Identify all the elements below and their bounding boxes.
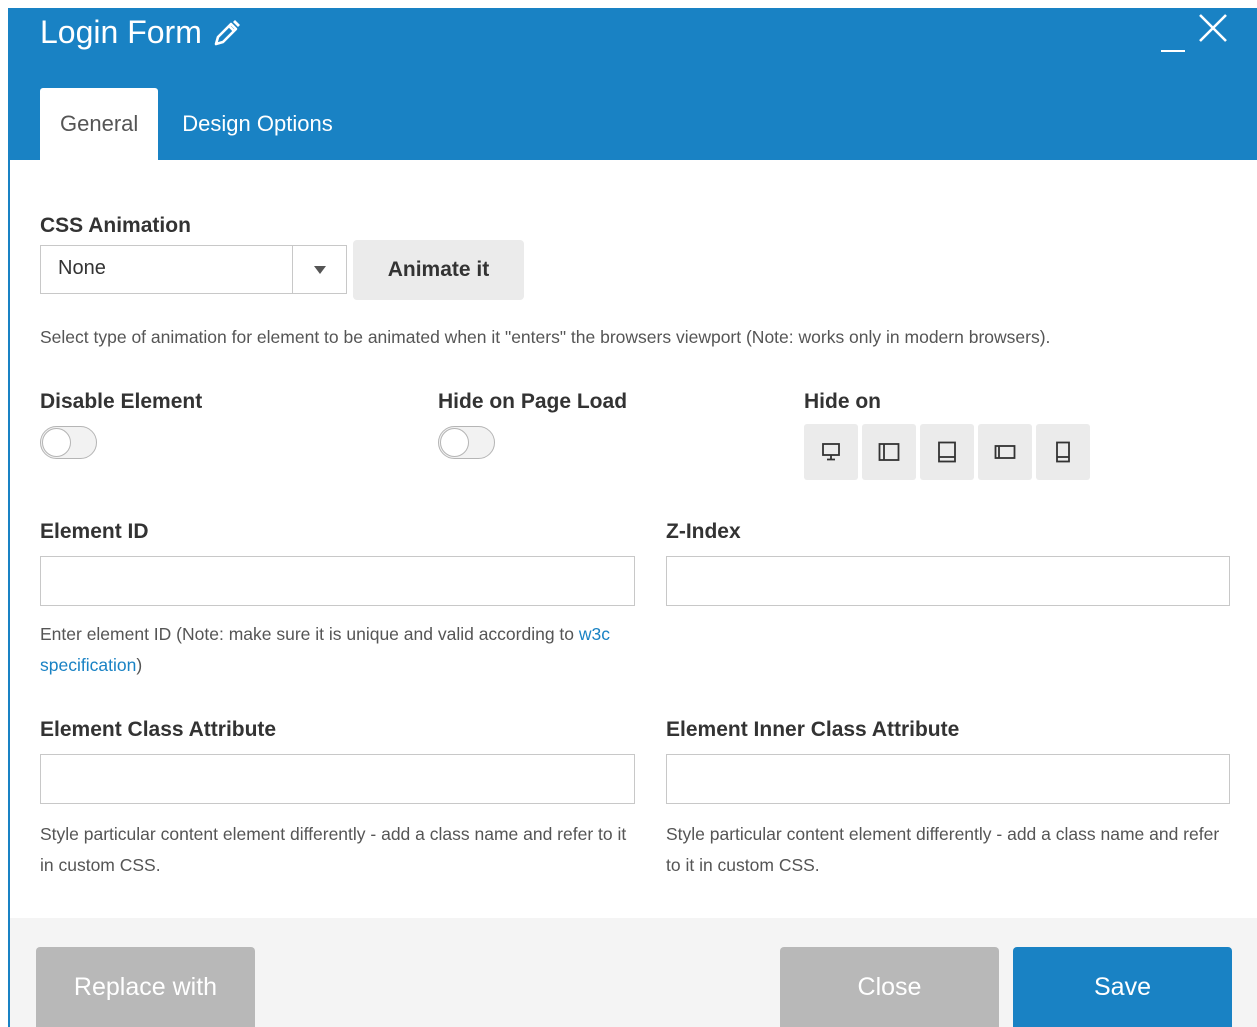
save-button[interactable]: Save — [1013, 947, 1232, 1027]
disable-element-toggle[interactable] — [40, 426, 97, 459]
modal-footer: Replace with Close Save — [10, 918, 1257, 1027]
mobile-landscape-icon[interactable] — [978, 424, 1032, 480]
element-id-help: Enter element ID (Note: make sure it is … — [40, 619, 635, 681]
minimize-icon[interactable] — [1161, 12, 1187, 52]
css-animation-value: None — [58, 257, 106, 279]
tablet-portrait-icon[interactable] — [920, 424, 974, 480]
disable-element-label: Disable Element — [40, 390, 203, 413]
element-inner-class-input[interactable] — [666, 754, 1230, 804]
replace-with-button[interactable]: Replace with — [36, 947, 255, 1027]
z-index-input[interactable] — [666, 556, 1230, 606]
pencil-icon[interactable] — [212, 18, 242, 48]
chevron-down-icon[interactable] — [292, 246, 346, 293]
edit-element-modal: Login Form General Design Options CSS An… — [8, 8, 1257, 1027]
mobile-portrait-icon[interactable] — [1036, 424, 1090, 480]
close-button[interactable]: Close — [780, 947, 999, 1027]
element-id-help-text: Enter element ID (Note: make sure it is … — [40, 624, 579, 644]
element-id-label: Element ID — [40, 520, 149, 543]
element-id-input[interactable] — [40, 556, 635, 606]
tab-bar: General Design Options — [40, 88, 353, 160]
tablet-landscape-icon[interactable] — [862, 424, 916, 480]
hide-on-page-load-toggle[interactable] — [438, 426, 495, 459]
css-animation-select[interactable]: None — [40, 245, 347, 294]
css-animation-label: CSS Animation — [40, 214, 191, 237]
hide-on-label: Hide on — [804, 390, 881, 413]
modal-header: Login Form General Design Options — [10, 8, 1257, 160]
modal-title: Login Form — [40, 14, 202, 50]
css-animation-help: Select type of animation for element to … — [40, 327, 1051, 347]
element-class-help: Style particular content element differe… — [40, 824, 627, 875]
desktop-icon[interactable] — [804, 424, 858, 480]
window-controls — [1161, 12, 1229, 52]
hide-on-page-load-label: Hide on Page Load — [438, 390, 628, 413]
element-class-input[interactable] — [40, 754, 635, 804]
element-id-help-suffix: ) — [136, 655, 143, 675]
z-index-label: Z-Index — [666, 520, 741, 543]
animate-it-button[interactable]: Animate it — [353, 240, 524, 300]
title-row: Login Form — [40, 14, 242, 51]
element-class-label: Element Class Attribute — [40, 718, 277, 741]
element-inner-class-help: Style particular content element differe… — [666, 824, 1220, 875]
close-icon[interactable] — [1197, 12, 1229, 52]
element-inner-class-label: Element Inner Class Attribute — [666, 718, 960, 741]
tab-general[interactable]: General — [40, 88, 159, 160]
tab-design-options[interactable]: Design Options — [158, 88, 352, 160]
hide-on-devices — [804, 424, 1094, 480]
